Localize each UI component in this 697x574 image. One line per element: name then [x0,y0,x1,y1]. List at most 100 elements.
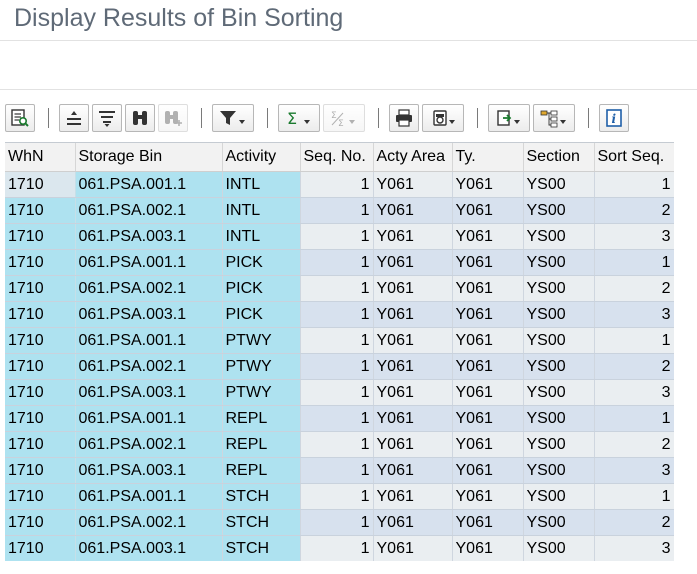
cell-whn[interactable]: 1710 [5,353,76,380]
cell-type[interactable]: Y061 [452,353,524,380]
cell-sort-seq[interactable]: 2 [594,431,674,458]
cell-seq-no[interactable]: 1 [300,197,374,224]
cell-activity[interactable]: PICK [222,275,301,302]
cell-seq-no[interactable]: 1 [300,171,374,198]
cell-type[interactable]: Y061 [452,379,524,406]
table-row[interactable]: 1710 061.PSA.001.1 STCH 1 Y061 Y061 YS00 1 [5,483,674,510]
cell-sort-seq[interactable]: 1 [594,327,674,354]
table-row[interactable]: 1710 061.PSA.003.1 PICK 1 Y061 Y061 YS00 3 [5,301,674,328]
cell-acty-area[interactable]: Y061 [373,379,453,406]
cell-storage-bin[interactable]: 061.PSA.002.1 [75,353,223,380]
cell-section[interactable]: YS00 [523,405,595,432]
cell-seq-no[interactable]: 1 [300,223,374,250]
cell-activity[interactable]: REPL [222,431,301,458]
cell-acty-area[interactable]: Y061 [373,353,453,380]
column-header-seq-no[interactable]: Seq. No. [300,143,374,172]
cell-storage-bin[interactable]: 061.PSA.001.1 [75,327,223,354]
table-row[interactable]: 1710 061.PSA.001.1 PTWY 1 Y061 Y061 YS00 1 [5,327,674,354]
cell-whn[interactable]: 1710 [5,327,76,354]
cell-seq-no[interactable]: 1 [300,301,374,328]
cell-sort-seq[interactable]: 2 [594,353,674,380]
column-header-storage-bin[interactable]: Storage Bin [75,143,223,172]
cell-acty-area[interactable]: Y061 [373,249,453,276]
cell-section[interactable]: YS00 [523,223,595,250]
cell-seq-no[interactable]: 1 [300,405,374,432]
sort-descending-button[interactable] [92,104,122,132]
cell-activity[interactable]: INTL [222,223,301,250]
table-row[interactable]: 1710 061.PSA.003.1 STCH 1 Y061 Y061 YS00 3 [5,535,674,561]
column-header-whn[interactable]: WhN [5,143,76,172]
cell-whn[interactable]: 1710 [5,275,76,302]
cell-type[interactable]: Y061 [452,171,524,198]
table-row[interactable]: 1710 061.PSA.002.1 REPL 1 Y061 Y061 YS00 2 [5,431,674,458]
cell-section[interactable]: YS00 [523,457,595,484]
cell-whn[interactable]: 1710 [5,509,76,536]
cell-storage-bin[interactable]: 061.PSA.001.1 [75,405,223,432]
cell-type[interactable]: Y061 [452,249,524,276]
cell-section[interactable]: YS00 [523,431,595,458]
cell-storage-bin[interactable]: 061.PSA.003.1 [75,223,223,250]
cell-sort-seq[interactable]: 1 [594,483,674,510]
cell-sort-seq[interactable]: 3 [594,223,674,250]
cell-sort-seq[interactable]: 2 [594,275,674,302]
cell-storage-bin[interactable]: 061.PSA.003.1 [75,535,223,561]
cell-section[interactable]: YS00 [523,535,595,561]
cell-sort-seq[interactable]: 3 [594,535,674,561]
table-row[interactable]: 1710 061.PSA.002.1 PTWY 1 Y061 Y061 YS00 2 [5,353,674,380]
info-button[interactable]: i [599,104,629,132]
cell-storage-bin[interactable]: 061.PSA.002.1 [75,431,223,458]
cell-acty-area[interactable]: Y061 [373,405,453,432]
cell-whn[interactable]: 1710 [5,249,76,276]
cell-seq-no[interactable]: 1 [300,249,374,276]
cell-seq-no[interactable]: 1 [300,535,374,561]
cell-activity[interactable]: PTWY [222,379,301,406]
cell-seq-no[interactable]: 1 [300,275,374,302]
cell-seq-no[interactable]: 1 [300,509,374,536]
table-row[interactable]: 1710 061.PSA.001.1 INTL 1 Y061 Y061 YS00 1 [5,171,674,198]
cell-whn[interactable]: 1710 [5,483,76,510]
cell-storage-bin[interactable]: 061.PSA.001.1 [75,249,223,276]
cell-storage-bin[interactable]: 061.PSA.001.1 [75,171,223,198]
export-button[interactable] [488,104,530,132]
cell-whn[interactable]: 1710 [5,223,76,250]
sort-ascending-button[interactable] [59,104,89,132]
cell-storage-bin[interactable]: 061.PSA.001.1 [75,483,223,510]
column-header-acty-area[interactable]: Acty Area [373,143,453,172]
cell-storage-bin[interactable]: 061.PSA.002.1 [75,509,223,536]
cell-type[interactable]: Y061 [452,535,524,561]
filter-button[interactable] [212,104,254,132]
cell-acty-area[interactable]: Y061 [373,275,453,302]
table-row[interactable]: 1710 061.PSA.002.1 INTL 1 Y061 Y061 YS00 2 [5,197,674,224]
cell-acty-area[interactable]: Y061 [373,197,453,224]
table-row[interactable]: 1710 061.PSA.003.1 INTL 1 Y061 Y061 YS00 3 [5,223,674,250]
column-header-sort-seq[interactable]: Sort Seq. [594,143,674,172]
table-row[interactable]: 1710 061.PSA.002.1 PICK 1 Y061 Y061 YS00 2 [5,275,674,302]
cell-seq-no[interactable]: 1 [300,327,374,354]
table-row[interactable]: 1710 061.PSA.002.1 STCH 1 Y061 Y061 YS00 2 [5,509,674,536]
cell-seq-no[interactable]: 1 [300,353,374,380]
table-row[interactable]: 1710 061.PSA.003.1 REPL 1 Y061 Y061 YS00 3 [5,457,674,484]
cell-activity[interactable]: STCH [222,535,301,561]
cell-activity[interactable]: PICK [222,249,301,276]
cell-activity[interactable]: INTL [222,171,301,198]
cell-section[interactable]: YS00 [523,197,595,224]
views-button[interactable] [422,104,464,132]
cell-section[interactable]: YS00 [523,327,595,354]
cell-storage-bin[interactable]: 061.PSA.002.1 [75,275,223,302]
cell-acty-area[interactable]: Y061 [373,457,453,484]
cell-whn[interactable]: 1710 [5,379,76,406]
cell-type[interactable]: Y061 [452,223,524,250]
cell-type[interactable]: Y061 [452,509,524,536]
print-button[interactable] [389,104,419,132]
cell-seq-no[interactable]: 1 [300,379,374,406]
cell-sort-seq[interactable]: 1 [594,171,674,198]
cell-storage-bin[interactable]: 061.PSA.003.1 [75,379,223,406]
cell-seq-no[interactable]: 1 [300,431,374,458]
table-row[interactable]: 1710 061.PSA.001.1 REPL 1 Y061 Y061 YS00 1 [5,405,674,432]
cell-type[interactable]: Y061 [452,457,524,484]
cell-activity[interactable]: STCH [222,483,301,510]
cell-section[interactable]: YS00 [523,483,595,510]
cell-whn[interactable]: 1710 [5,301,76,328]
table-row[interactable]: 1710 061.PSA.001.1 PICK 1 Y061 Y061 YS00 1 [5,249,674,276]
find-next-button[interactable] [158,104,188,132]
